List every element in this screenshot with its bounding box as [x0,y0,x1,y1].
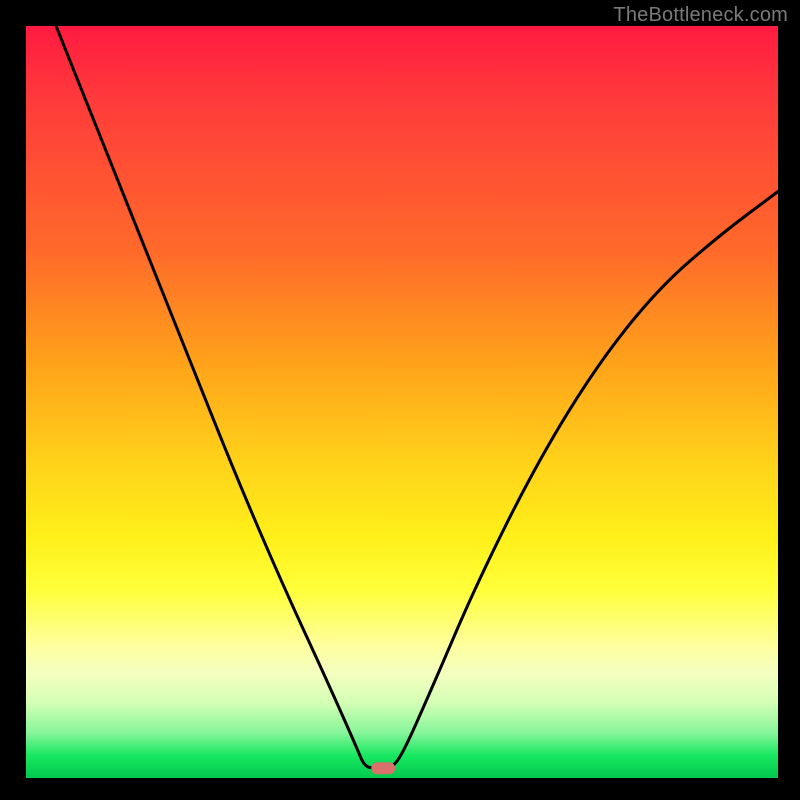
curve-right-branch [391,191,778,768]
highlight-marker [371,762,395,774]
plot-area [26,26,778,778]
chart-frame: TheBottleneck.com [0,0,800,800]
curve-svg [26,26,778,778]
curve-left-branch [56,26,376,768]
watermark-text: TheBottleneck.com [613,4,788,27]
